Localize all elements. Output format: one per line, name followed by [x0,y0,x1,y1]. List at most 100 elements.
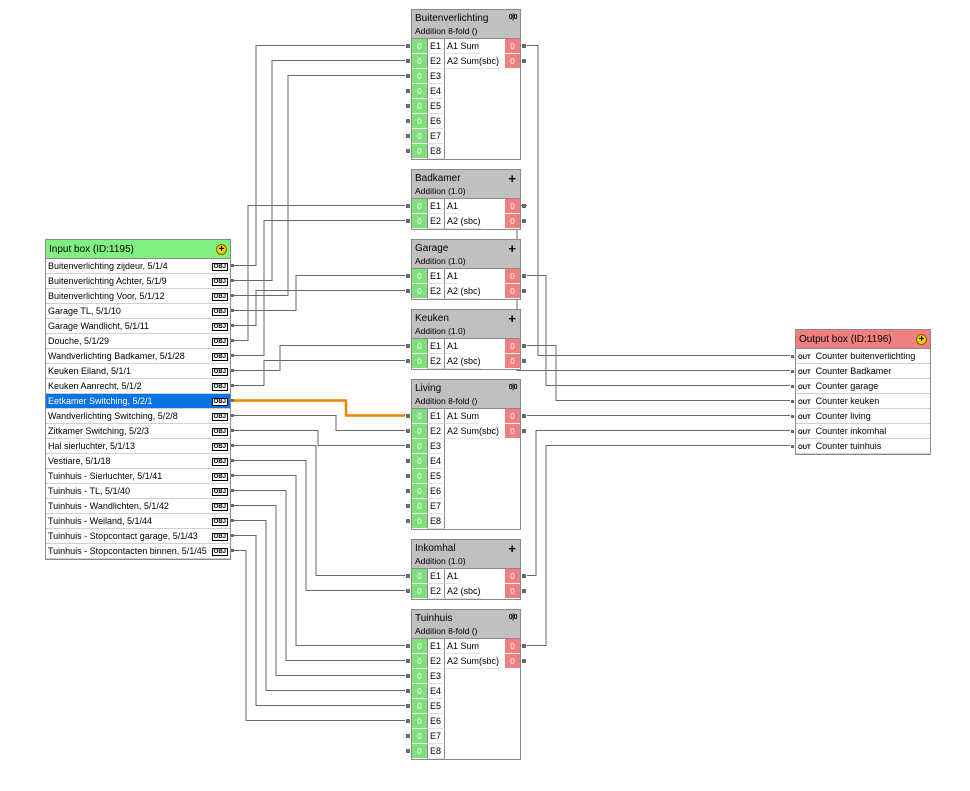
input-connector[interactable] [406,359,410,363]
output-connector[interactable] [231,489,234,492]
output-value[interactable]: 0 [505,654,520,669]
input-connector[interactable] [406,289,410,293]
input-value[interactable]: 0 [412,454,427,469]
output-connector[interactable] [231,279,234,282]
input-connector[interactable] [791,430,794,433]
output-value[interactable]: 0 [505,354,520,369]
input-value[interactable]: 0 [412,569,427,584]
input-connector[interactable] [791,385,794,388]
block-header[interactable]: Inkomhal Addition (1.0) + [412,540,520,569]
output-connector[interactable] [231,369,234,372]
input-value[interactable]: 0 [412,699,427,714]
input-item[interactable]: Hal sierluchter, 5/1/13 OBJ [46,439,234,454]
input-value[interactable]: 0 [412,69,427,84]
input-value[interactable]: 0 [412,654,427,669]
output-connector[interactable] [522,274,526,278]
output-connector[interactable] [231,264,234,267]
input-value[interactable]: 0 [412,99,427,114]
output-box[interactable]: Output box (ID:1196) + OUT Counter buiten… [791,329,931,455]
output-item[interactable]: OUT Counter living [791,409,930,424]
input-item[interactable]: Tuinhuis - TL, 5/1/40 OBJ [46,484,234,499]
input-value[interactable]: 0 [412,84,427,99]
input-value[interactable]: 0 [412,54,427,69]
output-connector[interactable] [231,429,234,432]
input-value[interactable]: 0 [412,639,427,654]
input-value[interactable]: 0 [412,729,427,744]
output-value[interactable]: 0 [505,39,520,54]
input-box[interactable]: Input box (ID:1195) + Buitenverlichting … [45,239,234,560]
input-connector[interactable] [406,429,410,433]
input-connector[interactable] [406,149,410,153]
input-connector[interactable] [406,59,410,63]
input-connector[interactable] [406,219,410,223]
input-connector[interactable] [406,74,410,78]
input-item[interactable]: Eetkamer Switching, 5/2/1 OBJ [46,394,234,409]
plus-icon[interactable]: + [508,542,516,555]
block-header[interactable]: Garage Addition (1.0) + [412,240,520,269]
block-header[interactable]: Badkamer Addition (1.0) + [412,170,520,199]
input-connector[interactable] [406,644,410,648]
input-value[interactable]: 0 [412,199,427,214]
input-connector[interactable] [406,504,410,508]
input-value[interactable]: 0 [412,284,427,299]
add-input-icon[interactable]: + [216,244,227,255]
input-connector[interactable] [406,674,410,678]
input-connector[interactable] [791,355,794,358]
plus-icon[interactable]: + [508,242,516,255]
input-item[interactable]: Tuinhuis - Sierluchter, 5/1/41 OBJ [46,469,234,484]
output-item[interactable]: OUT Counter keuken [791,394,930,409]
output-connector[interactable] [231,459,234,462]
output-connector[interactable] [522,289,526,293]
input-connector[interactable] [406,749,410,753]
input-connector[interactable] [406,589,410,593]
output-connector[interactable] [231,519,234,522]
input-item[interactable]: Keuken Aanrecht, 5/1/2 OBJ [46,379,234,394]
plus-icon[interactable]: + [508,312,516,325]
input-value[interactable]: 0 [412,354,427,369]
output-value[interactable]: 0 [505,269,520,284]
block-header[interactable]: Buitenverlichting Addition 8-fold () 0|0 [412,10,520,39]
output-value[interactable]: 0 [505,199,520,214]
input-connector[interactable] [406,574,410,578]
input-connector[interactable] [406,44,410,48]
input-box-header[interactable]: Input box (ID:1195) + [46,240,230,259]
output-connector[interactable] [522,344,526,348]
input-connector[interactable] [406,704,410,708]
input-connector[interactable] [406,134,410,138]
block-badkamer[interactable]: Badkamer Addition (1.0) +0 E1 A1 0 0 E2 A2 (sbc)… [406,169,526,230]
input-connector[interactable] [406,474,410,478]
input-connector[interactable] [791,445,794,448]
output-connector[interactable] [522,644,526,648]
output-value[interactable]: 0 [505,54,520,69]
input-connector[interactable] [406,344,410,348]
plus-icon[interactable]: + [508,172,516,185]
input-value[interactable]: 0 [412,129,427,144]
add-output-icon[interactable]: + [916,334,927,345]
block-header[interactable]: Tuinhuis Addition 8-fold () 0|0 [412,610,520,639]
input-connector[interactable] [406,689,410,693]
input-item[interactable]: Wandverlichting Badkamer, 5/1/28 OBJ [46,349,234,364]
output-item[interactable]: OUT Counter Badkamer [791,364,930,379]
input-connector[interactable] [406,274,410,278]
output-connector[interactable] [231,324,234,327]
input-connector[interactable] [406,459,410,463]
input-item[interactable]: Vestiare, 5/1/18 OBJ [46,454,234,469]
output-connector[interactable] [231,504,234,507]
input-value[interactable]: 0 [412,744,427,759]
output-connector[interactable] [522,59,526,63]
output-connector[interactable] [231,294,234,297]
output-item[interactable]: OUT Counter garage [791,379,930,394]
block-header[interactable]: Living Addition 8-fold () 0|0 [412,380,520,409]
input-value[interactable]: 0 [412,584,427,599]
output-value[interactable]: 0 [505,214,520,229]
input-item[interactable]: Buitenverlichting zijdeur, 5/1/4 OBJ [46,259,234,274]
output-item[interactable]: OUT Counter buitenverlichting [791,349,930,364]
input-connector[interactable] [406,119,410,123]
input-value[interactable]: 0 [412,114,427,129]
input-value[interactable]: 0 [412,269,427,284]
input-value[interactable]: 0 [412,714,427,729]
input-item[interactable]: Tuinhuis - Wandlichten, 5/1/42 OBJ [46,499,234,514]
output-value[interactable]: 0 [505,284,520,299]
input-item[interactable]: Garage TL, 5/1/10 OBJ [46,304,234,319]
input-item[interactable]: Douche, 5/1/29 OBJ [46,334,234,349]
